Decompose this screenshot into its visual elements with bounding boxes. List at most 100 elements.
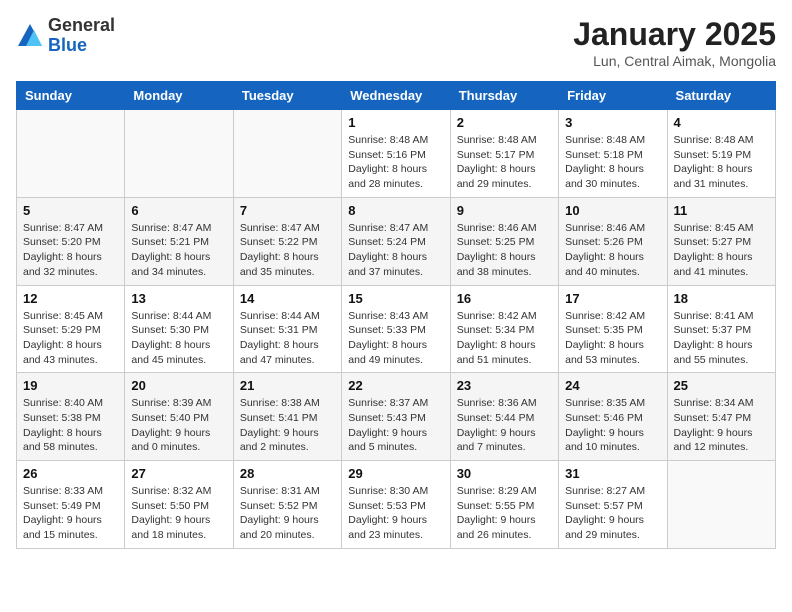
cell-sun-info: Sunrise: 8:44 AM Sunset: 5:31 PM Dayligh… (240, 309, 335, 368)
day-number: 8 (348, 203, 443, 218)
page-header: General Blue January 2025 Lun, Central A… (16, 16, 776, 69)
day-number: 10 (565, 203, 660, 218)
cell-sun-info: Sunrise: 8:46 AM Sunset: 5:25 PM Dayligh… (457, 221, 552, 280)
day-number: 16 (457, 291, 552, 306)
calendar-cell (233, 110, 341, 198)
calendar-cell: 31Sunrise: 8:27 AM Sunset: 5:57 PM Dayli… (559, 461, 667, 549)
calendar-cell: 3 Sunrise: 8:48 AM Sunset: 5:18 PM Daylig… (559, 110, 667, 198)
cell-sun-info: Sunrise: 8:34 AM Sunset: 5:47 PM Dayligh… (674, 396, 769, 455)
day-number: 18 (674, 291, 769, 306)
calendar-header-row: Sunday Monday Tuesday Wednesday Thursday… (17, 82, 776, 110)
day-number: 20 (131, 378, 226, 393)
cell-sun-info: Sunrise: 8:40 AM Sunset: 5:38 PM Dayligh… (23, 396, 118, 455)
calendar-cell: 30 Sunrise: 8:29 AM Sunset: 5:55 PM Dayli… (450, 461, 558, 549)
calendar-cell: 26 Sunrise: 8:33 AM Sunset: 5:49 PM Dayli… (17, 461, 125, 549)
cell-sun-info: Sunrise: 8:41 AM Sunset: 5:37 PM Dayligh… (674, 309, 769, 368)
cell-sun-info: Sunrise: 8:42 AM Sunset: 5:34 PM Dayligh… (457, 309, 552, 368)
calendar-cell: 20 Sunrise: 8:39 AM Sunset: 5:40 PM Dayli… (125, 373, 233, 461)
cell-sun-info: Sunrise: 8:33 AM Sunset: 5:49 PM Dayligh… (23, 484, 118, 543)
cell-sun-info: Sunrise: 8:47 AM Sunset: 5:20 PM Dayligh… (23, 221, 118, 280)
cell-sun-info: Sunrise: 8:45 AM Sunset: 5:27 PM Dayligh… (674, 221, 769, 280)
cell-sun-info: Sunrise: 8:37 AM Sunset: 5:43 PM Dayligh… (348, 396, 443, 455)
calendar-cell: 21Sunrise: 8:38 AM Sunset: 5:41 PM Dayli… (233, 373, 341, 461)
col-monday: Monday (125, 82, 233, 110)
calendar-cell: 23 Sunrise: 8:36 AM Sunset: 5:44 PM Dayli… (450, 373, 558, 461)
calendar-cell: 15 Sunrise: 8:43 AM Sunset: 5:33 PM Dayli… (342, 285, 450, 373)
cell-sun-info: Sunrise: 8:48 AM Sunset: 5:18 PM Dayligh… (565, 133, 660, 192)
cell-sun-info: Sunrise: 8:48 AM Sunset: 5:17 PM Dayligh… (457, 133, 552, 192)
logo: General Blue (16, 16, 115, 56)
calendar-cell: 25Sunrise: 8:34 AM Sunset: 5:47 PM Dayli… (667, 373, 775, 461)
cell-sun-info: Sunrise: 8:47 AM Sunset: 5:24 PM Dayligh… (348, 221, 443, 280)
calendar-cell: 18 Sunrise: 8:41 AM Sunset: 5:37 PM Dayli… (667, 285, 775, 373)
calendar-cell: 2Sunrise: 8:48 AM Sunset: 5:17 PM Daylig… (450, 110, 558, 198)
calendar-cell: 8 Sunrise: 8:47 AM Sunset: 5:24 PM Daylig… (342, 197, 450, 285)
calendar-cell: 29Sunrise: 8:30 AM Sunset: 5:53 PM Dayli… (342, 461, 450, 549)
calendar-cell (17, 110, 125, 198)
calendar-table: Sunday Monday Tuesday Wednesday Thursday… (16, 81, 776, 549)
day-number: 4 (674, 115, 769, 130)
calendar-cell: 6 Sunrise: 8:47 AM Sunset: 5:21 PM Daylig… (125, 197, 233, 285)
cell-sun-info: Sunrise: 8:43 AM Sunset: 5:33 PM Dayligh… (348, 309, 443, 368)
day-number: 7 (240, 203, 335, 218)
calendar-cell: 7 Sunrise: 8:47 AM Sunset: 5:22 PM Daylig… (233, 197, 341, 285)
calendar-cell: 9Sunrise: 8:46 AM Sunset: 5:25 PM Daylig… (450, 197, 558, 285)
day-number: 21 (240, 378, 335, 393)
day-number: 30 (457, 466, 552, 481)
calendar-cell: 11 Sunrise: 8:45 AM Sunset: 5:27 PM Dayli… (667, 197, 775, 285)
day-number: 26 (23, 466, 118, 481)
day-number: 23 (457, 378, 552, 393)
calendar-cell: 24Sunrise: 8:35 AM Sunset: 5:46 PM Dayli… (559, 373, 667, 461)
cell-sun-info: Sunrise: 8:36 AM Sunset: 5:44 PM Dayligh… (457, 396, 552, 455)
calendar-cell: 28 Sunrise: 8:31 AM Sunset: 5:52 PM Dayli… (233, 461, 341, 549)
calendar-cell: 12 Sunrise: 8:45 AM Sunset: 5:29 PM Dayli… (17, 285, 125, 373)
calendar-week-row: 26 Sunrise: 8:33 AM Sunset: 5:49 PM Dayli… (17, 461, 776, 549)
calendar-cell: 16 Sunrise: 8:42 AM Sunset: 5:34 PM Dayli… (450, 285, 558, 373)
title-block: January 2025 Lun, Central Aimak, Mongoli… (573, 16, 776, 69)
cell-sun-info: Sunrise: 8:29 AM Sunset: 5:55 PM Dayligh… (457, 484, 552, 543)
day-number: 3 (565, 115, 660, 130)
calendar-cell: 22Sunrise: 8:37 AM Sunset: 5:43 PM Dayli… (342, 373, 450, 461)
day-number: 13 (131, 291, 226, 306)
day-number: 12 (23, 291, 118, 306)
cell-sun-info: Sunrise: 8:39 AM Sunset: 5:40 PM Dayligh… (131, 396, 226, 455)
cell-sun-info: Sunrise: 8:45 AM Sunset: 5:29 PM Dayligh… (23, 309, 118, 368)
cell-sun-info: Sunrise: 8:31 AM Sunset: 5:52 PM Dayligh… (240, 484, 335, 543)
col-saturday: Saturday (667, 82, 775, 110)
col-friday: Friday (559, 82, 667, 110)
calendar-cell: 27Sunrise: 8:32 AM Sunset: 5:50 PM Dayli… (125, 461, 233, 549)
calendar-cell: 14 Sunrise: 8:44 AM Sunset: 5:31 PM Dayli… (233, 285, 341, 373)
cell-sun-info: Sunrise: 8:47 AM Sunset: 5:21 PM Dayligh… (131, 221, 226, 280)
day-number: 17 (565, 291, 660, 306)
calendar-cell: 1Sunrise: 8:48 AM Sunset: 5:16 PM Daylig… (342, 110, 450, 198)
col-wednesday: Wednesday (342, 82, 450, 110)
calendar-cell (125, 110, 233, 198)
cell-sun-info: Sunrise: 8:47 AM Sunset: 5:22 PM Dayligh… (240, 221, 335, 280)
day-number: 6 (131, 203, 226, 218)
calendar-week-row: 1Sunrise: 8:48 AM Sunset: 5:16 PM Daylig… (17, 110, 776, 198)
day-number: 15 (348, 291, 443, 306)
day-number: 19 (23, 378, 118, 393)
cell-sun-info: Sunrise: 8:48 AM Sunset: 5:19 PM Dayligh… (674, 133, 769, 192)
day-number: 14 (240, 291, 335, 306)
calendar-cell: 4 Sunrise: 8:48 AM Sunset: 5:19 PM Daylig… (667, 110, 775, 198)
day-number: 29 (348, 466, 443, 481)
day-number: 28 (240, 466, 335, 481)
calendar-week-row: 12 Sunrise: 8:45 AM Sunset: 5:29 PM Dayli… (17, 285, 776, 373)
calendar-week-row: 5 Sunrise: 8:47 AM Sunset: 5:20 PM Daylig… (17, 197, 776, 285)
day-number: 1 (348, 115, 443, 130)
logo-icon (16, 22, 44, 50)
col-tuesday: Tuesday (233, 82, 341, 110)
calendar-cell: 19 Sunrise: 8:40 AM Sunset: 5:38 PM Dayli… (17, 373, 125, 461)
cell-sun-info: Sunrise: 8:44 AM Sunset: 5:30 PM Dayligh… (131, 309, 226, 368)
calendar-cell: 5 Sunrise: 8:47 AM Sunset: 5:20 PM Daylig… (17, 197, 125, 285)
calendar-cell: 13 Sunrise: 8:44 AM Sunset: 5:30 PM Dayli… (125, 285, 233, 373)
day-number: 5 (23, 203, 118, 218)
day-number: 11 (674, 203, 769, 218)
cell-sun-info: Sunrise: 8:46 AM Sunset: 5:26 PM Dayligh… (565, 221, 660, 280)
day-number: 31 (565, 466, 660, 481)
calendar-week-row: 19 Sunrise: 8:40 AM Sunset: 5:38 PM Dayli… (17, 373, 776, 461)
day-number: 27 (131, 466, 226, 481)
cell-sun-info: Sunrise: 8:35 AM Sunset: 5:46 PM Dayligh… (565, 396, 660, 455)
calendar-cell: 10 Sunrise: 8:46 AM Sunset: 5:26 PM Dayli… (559, 197, 667, 285)
